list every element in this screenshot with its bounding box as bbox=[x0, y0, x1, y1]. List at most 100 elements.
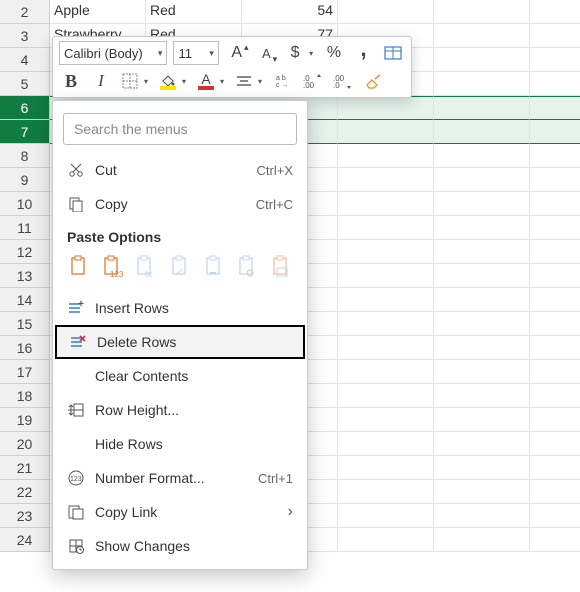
cell[interactable] bbox=[338, 264, 434, 288]
menu-search-input[interactable]: Search the menus bbox=[63, 113, 297, 145]
cell[interactable] bbox=[434, 24, 530, 48]
percent-format-button[interactable]: % bbox=[322, 41, 346, 65]
cell[interactable] bbox=[434, 144, 530, 168]
font-name-select[interactable]: Calibri (Body) ▾ bbox=[59, 41, 167, 65]
cell[interactable] bbox=[530, 360, 580, 384]
row-header[interactable]: 24 bbox=[0, 528, 50, 552]
row-header[interactable]: 8 bbox=[0, 144, 50, 168]
cell[interactable] bbox=[338, 288, 434, 312]
row-header[interactable]: 19 bbox=[0, 408, 50, 432]
cell[interactable] bbox=[530, 192, 580, 216]
comma-format-button[interactable]: , bbox=[352, 41, 376, 65]
cell[interactable] bbox=[530, 168, 580, 192]
cell[interactable] bbox=[530, 504, 580, 528]
menu-row-height[interactable]: Row Height... bbox=[53, 393, 307, 427]
paste-transpose-button[interactable] bbox=[168, 253, 192, 281]
cell[interactable] bbox=[434, 72, 530, 96]
menu-number-format[interactable]: 123 Number Format... Ctrl+1 bbox=[53, 461, 307, 495]
cell[interactable] bbox=[338, 240, 434, 264]
cell[interactable] bbox=[434, 0, 530, 24]
cell[interactable] bbox=[338, 456, 434, 480]
menu-hide-rows[interactable]: Hide Rows bbox=[53, 427, 307, 461]
paste-link-button[interactable] bbox=[236, 253, 260, 281]
row-header[interactable]: 6 bbox=[0, 96, 50, 120]
cell[interactable] bbox=[530, 240, 580, 264]
cell[interactable] bbox=[338, 408, 434, 432]
row-header[interactable]: 18 bbox=[0, 384, 50, 408]
decrease-decimal-button[interactable]: .00.0 bbox=[331, 69, 355, 93]
cell[interactable] bbox=[434, 336, 530, 360]
row-header[interactable]: 2 bbox=[0, 0, 50, 24]
cell[interactable] bbox=[434, 168, 530, 192]
clear-format-button[interactable] bbox=[361, 69, 385, 93]
cell[interactable] bbox=[338, 144, 434, 168]
menu-cut[interactable]: Cut Ctrl+X bbox=[53, 153, 307, 187]
cell[interactable] bbox=[338, 96, 434, 120]
cell[interactable] bbox=[434, 216, 530, 240]
increase-font-button[interactable]: A ▴ bbox=[225, 41, 249, 65]
row-header[interactable]: 22 bbox=[0, 480, 50, 504]
conditional-format-button[interactable] bbox=[381, 41, 405, 65]
font-color-button[interactable]: A ▾ bbox=[195, 69, 227, 93]
row-header[interactable]: 3 bbox=[0, 24, 50, 48]
row-header[interactable]: 16 bbox=[0, 336, 50, 360]
row-header[interactable]: 9 bbox=[0, 168, 50, 192]
cell[interactable] bbox=[338, 432, 434, 456]
row-header[interactable]: 20 bbox=[0, 432, 50, 456]
paste-values-button[interactable]: 123 bbox=[101, 253, 125, 281]
menu-insert-rows[interactable]: + Insert Rows bbox=[53, 291, 307, 325]
cell[interactable] bbox=[530, 24, 580, 48]
cell[interactable] bbox=[434, 48, 530, 72]
row-header[interactable]: 15 bbox=[0, 312, 50, 336]
cell[interactable] bbox=[434, 384, 530, 408]
borders-button[interactable]: ▾ bbox=[119, 69, 151, 93]
decrease-font-button[interactable]: A ▾ bbox=[255, 41, 279, 65]
increase-decimal-button[interactable]: .0.00 bbox=[301, 69, 325, 93]
cell[interactable] bbox=[434, 360, 530, 384]
cell[interactable] bbox=[338, 504, 434, 528]
font-size-select[interactable]: 11 ▾ bbox=[173, 41, 218, 65]
row-header[interactable]: 14 bbox=[0, 288, 50, 312]
cell[interactable] bbox=[530, 48, 580, 72]
italic-button[interactable]: I bbox=[89, 69, 113, 93]
cell[interactable] bbox=[434, 288, 530, 312]
cell[interactable] bbox=[434, 456, 530, 480]
menu-show-changes[interactable]: Show Changes bbox=[53, 529, 307, 563]
fill-color-button[interactable]: ▾ bbox=[157, 69, 189, 93]
cell[interactable] bbox=[434, 480, 530, 504]
row-header[interactable]: 5 bbox=[0, 72, 50, 96]
cell[interactable] bbox=[338, 192, 434, 216]
cell[interactable] bbox=[338, 312, 434, 336]
cell[interactable] bbox=[434, 312, 530, 336]
cell[interactable] bbox=[530, 336, 580, 360]
cell[interactable] bbox=[530, 384, 580, 408]
cell[interactable] bbox=[434, 408, 530, 432]
row-header[interactable]: 17 bbox=[0, 360, 50, 384]
cell[interactable] bbox=[530, 120, 580, 144]
cell[interactable] bbox=[434, 528, 530, 552]
menu-delete-rows[interactable]: Delete Rows bbox=[55, 325, 305, 359]
row-header[interactable]: 10 bbox=[0, 192, 50, 216]
cell[interactable] bbox=[530, 408, 580, 432]
row-header[interactable]: 21 bbox=[0, 456, 50, 480]
currency-format-button[interactable]: $ ▾ bbox=[284, 41, 316, 65]
cell[interactable] bbox=[338, 384, 434, 408]
paste-button[interactable] bbox=[67, 253, 91, 281]
cell[interactable] bbox=[434, 432, 530, 456]
row-header[interactable]: 23 bbox=[0, 504, 50, 528]
merge-center-button[interactable]: a b c → bbox=[271, 69, 295, 93]
cell[interactable]: Red bbox=[146, 0, 242, 24]
paste-picture-button[interactable] bbox=[269, 253, 293, 281]
cell[interactable] bbox=[530, 0, 580, 24]
cell[interactable] bbox=[338, 216, 434, 240]
cell[interactable] bbox=[434, 96, 530, 120]
cell[interactable] bbox=[530, 528, 580, 552]
cell[interactable] bbox=[338, 528, 434, 552]
row-header[interactable]: 4 bbox=[0, 48, 50, 72]
cell[interactable] bbox=[530, 96, 580, 120]
menu-clear-contents[interactable]: Clear Contents bbox=[53, 359, 307, 393]
cell[interactable] bbox=[338, 480, 434, 504]
cell[interactable] bbox=[530, 312, 580, 336]
row-header[interactable]: 12 bbox=[0, 240, 50, 264]
row-header[interactable]: 7 bbox=[0, 120, 50, 144]
